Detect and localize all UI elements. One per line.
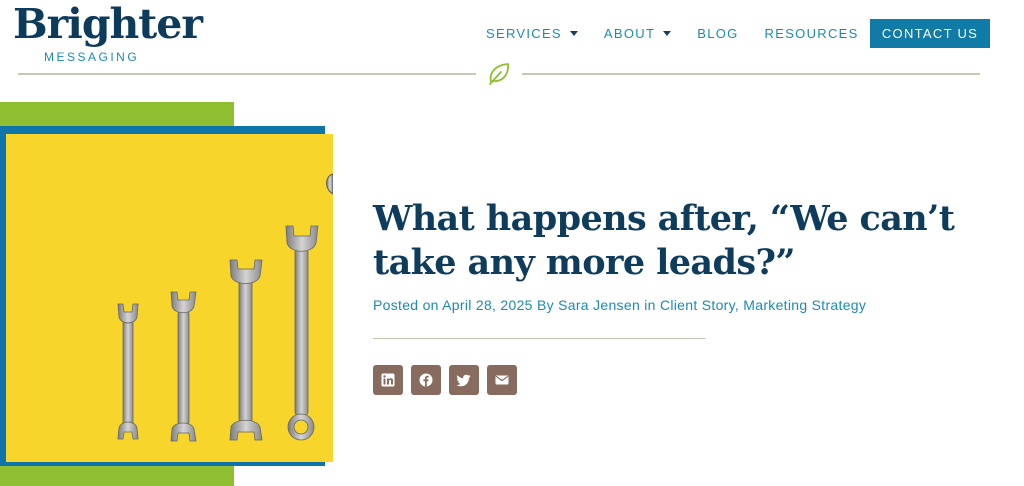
post-meta: Posted on April 28, 2025 By Sara Jensen … <box>373 297 866 313</box>
share-email-button[interactable] <box>487 365 517 395</box>
share-linkedin-button[interactable] <box>373 365 403 395</box>
category-link-marketing-strategy[interactable]: Marketing Strategy <box>743 297 866 313</box>
meta-posted-on: Posted on <box>373 297 439 313</box>
header-divider-right <box>522 73 980 75</box>
share-facebook-button[interactable] <box>411 365 441 395</box>
main-nav: SERVICES ABOUT BLOG RESOURCES <box>486 26 885 41</box>
facebook-icon <box>419 373 433 387</box>
chevron-down-icon <box>569 31 578 36</box>
article-title: What happens after, “We can’t take any m… <box>373 198 955 283</box>
email-icon <box>495 373 509 387</box>
linkedin-icon <box>381 373 395 387</box>
logo-wordmark: Brighter <box>13 0 203 48</box>
share-twitter-button[interactable] <box>449 365 479 395</box>
wrench-xlarge <box>285 225 319 441</box>
meta-separator: , <box>734 297 740 313</box>
nav-item-blog[interactable]: BLOG <box>697 26 738 41</box>
wrench-large <box>229 259 263 441</box>
logo-tagline: MESSAGING <box>44 50 140 64</box>
nav-item-resources[interactable]: RESOURCES <box>765 26 859 41</box>
nav-item-about[interactable]: ABOUT <box>603 26 672 41</box>
nav-label-about: ABOUT <box>603 26 656 41</box>
share-buttons <box>373 365 525 395</box>
wrenches-photo <box>6 134 333 462</box>
meta-by: By <box>536 297 554 313</box>
nav-label-blog: BLOG <box>697 26 739 41</box>
twitter-icon <box>457 373 471 387</box>
chevron-down-icon <box>663 31 672 36</box>
header-divider-left <box>18 73 476 75</box>
contact-us-button[interactable]: CONTACT US <box>870 19 990 48</box>
author-link[interactable]: Sara Jensen <box>558 297 640 313</box>
nav-label-services: SERVICES <box>486 26 562 41</box>
category-link-client-story[interactable]: Client Story <box>660 297 735 313</box>
leaf-icon <box>486 61 512 87</box>
meta-divider <box>373 338 706 339</box>
post-date-link[interactable]: April 28, 2025 <box>442 297 533 313</box>
nav-label-resources: RESOURCES <box>764 26 859 41</box>
wrench-small <box>117 303 139 440</box>
meta-in: in <box>644 297 656 313</box>
site-logo[interactable]: Brighter MESSAGING <box>13 0 203 64</box>
wrench-medium <box>170 291 197 442</box>
nav-item-services[interactable]: SERVICES <box>486 26 578 41</box>
